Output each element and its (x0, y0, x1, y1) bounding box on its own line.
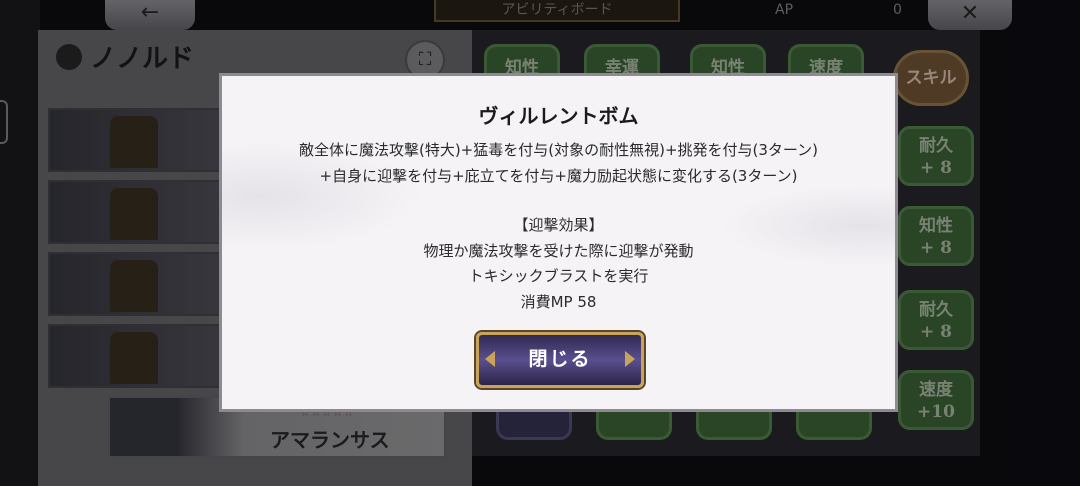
mp-cost: 消費MP 58 (520, 293, 597, 311)
close-button[interactable]: 閉じる (476, 332, 644, 388)
counter-effect-line: 物理か魔法攻撃を受けた際に迎撃が発動 (423, 242, 694, 260)
skill-detail-dialog: ヴィルレントボム 敵全体に魔法攻撃(特大)+猛毒を付与(対象の耐性無視)+挑発を… (219, 73, 898, 412)
skill-title: ヴィルレントボム (478, 104, 639, 128)
skill-description-line: +自身に迎撃を付与+庇立てを付与+魔力励起状態に変化する(3ターン) (319, 167, 798, 185)
skill-description-line: 敵全体に魔法攻撃(特大)+猛毒を付与(対象の耐性無視)+挑発を付与(3ターン) (298, 141, 819, 159)
counter-effect-line: トキシックブラストを実行 (468, 267, 649, 285)
counter-effect-heading: 【迎撃効果】 (513, 216, 604, 234)
